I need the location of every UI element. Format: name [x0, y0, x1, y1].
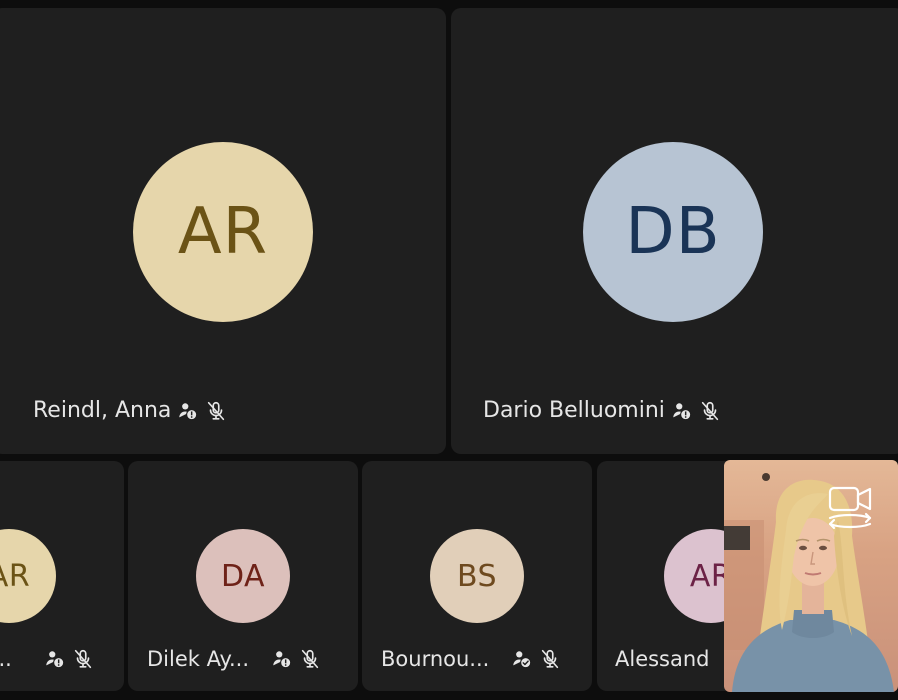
avatar: AR	[0, 529, 56, 623]
participant-name: Dario Belluomini	[483, 398, 665, 423]
participant-tile-bournou[interactable]: BS Bournou...	[362, 461, 592, 691]
participant-name-row: Bournou...	[381, 647, 561, 671]
check-badge-icon	[511, 648, 533, 670]
participant-name: Bournou...	[381, 647, 490, 671]
mic-off-icon	[72, 648, 94, 670]
camera-switch-icon[interactable]	[826, 484, 874, 530]
avatar-initials: DB	[625, 195, 721, 269]
participant-name-row: Reindl, Anna	[33, 398, 227, 423]
participant-name: Alessand	[615, 647, 710, 671]
participant-name-row: j...	[0, 647, 94, 671]
participant-tile-reindl-anna[interactable]: AR Reindl, Anna	[0, 8, 446, 454]
avatar-initials: DA	[220, 558, 266, 594]
participant-name: j...	[0, 647, 12, 671]
avatar-initials: AR	[0, 558, 31, 594]
participant-name-row: Dilek Ay...	[147, 647, 321, 671]
info-badge-icon	[177, 400, 199, 422]
avatar: BS	[430, 529, 524, 623]
participant-name-row: Alessand	[615, 647, 710, 671]
participant-tile-strip-1[interactable]: AR j...	[0, 461, 124, 691]
avatar-initials: AR	[177, 195, 269, 269]
avatar-initials: BS	[456, 558, 498, 594]
mic-off-icon	[539, 648, 561, 670]
avatar: DA	[196, 529, 290, 623]
participant-name: Reindl, Anna	[33, 398, 172, 423]
info-badge-icon	[671, 400, 693, 422]
self-view-video[interactable]	[724, 460, 898, 692]
info-badge-icon	[44, 648, 66, 670]
meeting-stage: AR Reindl, Anna DB Dario Belluomini R . …	[0, 0, 898, 700]
avatar: AR	[133, 142, 313, 322]
participant-tile-dario-belluomini[interactable]: DB Dario Belluomini	[451, 8, 898, 454]
avatar: DB	[583, 142, 763, 322]
info-badge-icon	[271, 648, 293, 670]
mic-off-icon	[205, 400, 227, 422]
participant-name-row: Dario Belluomini	[483, 398, 721, 423]
participant-name: Dilek Ay...	[147, 647, 249, 671]
participant-tile-dilek[interactable]: DA Dilek Ay...	[128, 461, 358, 691]
mic-off-icon	[699, 400, 721, 422]
mic-off-icon	[299, 648, 321, 670]
